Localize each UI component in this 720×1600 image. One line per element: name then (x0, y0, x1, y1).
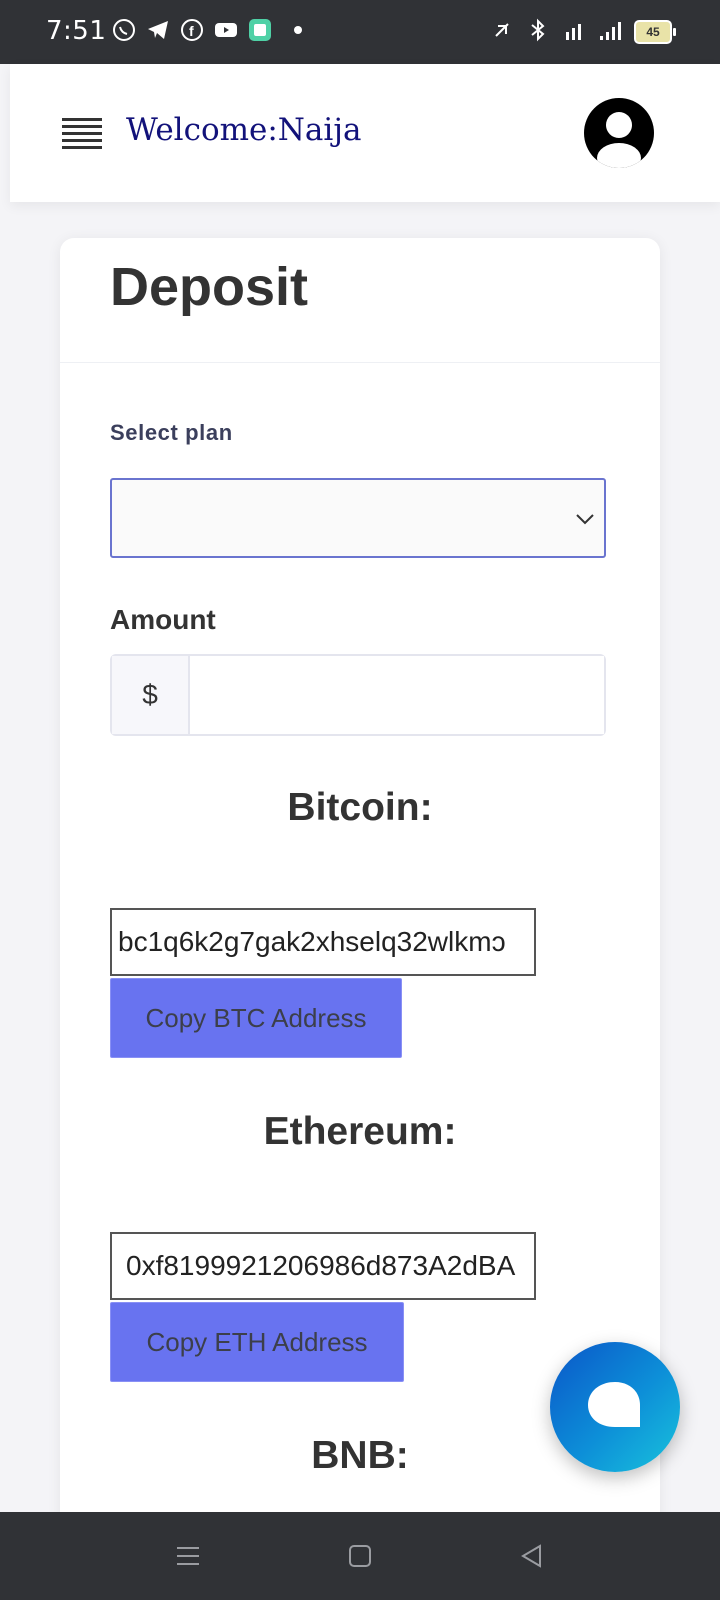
eth-address-field[interactable] (110, 1232, 536, 1300)
deposit-card: Deposit Select plan Amount $ Bitcoin: Co… (60, 238, 660, 1538)
chat-button[interactable] (550, 1342, 680, 1472)
copy-btc-button[interactable]: Copy BTC Address (110, 978, 402, 1058)
vibrate-mute-icon (495, 23, 509, 37)
ethereum-title: Ethereum: (263, 1110, 457, 1153)
whatsapp-icon (113, 19, 135, 41)
chat-bubble-icon (588, 1382, 640, 1427)
battery-indicator: 45 (634, 20, 676, 44)
amount-input-group: $ (110, 654, 606, 736)
btc-address-field[interactable] (110, 908, 536, 976)
bluetooth-icon (531, 18, 545, 42)
system-nav-bar (0, 1512, 720, 1600)
plan-select[interactable] (110, 478, 606, 558)
status-bar: 7:51 f 45 (0, 0, 720, 64)
currency-prefix: $ (112, 656, 190, 734)
back-triangle-icon[interactable] (518, 1542, 546, 1570)
amount-label: Amount (110, 604, 216, 635)
svg-text:f: f (189, 23, 194, 39)
copy-eth-button[interactable]: Copy ETH Address (110, 1302, 404, 1382)
app-icon (249, 19, 271, 41)
top-header: Welcome:Naija (10, 64, 720, 202)
signal-icon (600, 22, 621, 40)
card-header: Deposit (60, 238, 660, 363)
amount-input[interactable] (190, 656, 604, 734)
status-time: 7:51 (46, 16, 107, 46)
hplus-signal-icon (566, 24, 581, 40)
bitcoin-title: Bitcoin: (287, 786, 433, 829)
telegram-icon (148, 21, 168, 39)
user-avatar-icon[interactable] (584, 98, 654, 168)
select-plan-label: Select plan (110, 420, 233, 445)
page-title: Deposit (110, 257, 309, 317)
menu-icon[interactable] (62, 118, 102, 149)
welcome-text: Welcome:Naija (126, 112, 362, 148)
menu-icon[interactable] (174, 1542, 202, 1570)
youtube-icon (215, 23, 237, 37)
dot-icon (294, 26, 302, 34)
system-icons (490, 18, 622, 42)
home-square-icon[interactable] (346, 1542, 374, 1570)
chevron-down-icon (576, 514, 594, 525)
notification-icons: f (112, 18, 306, 42)
facebook-icon: f (181, 19, 203, 41)
